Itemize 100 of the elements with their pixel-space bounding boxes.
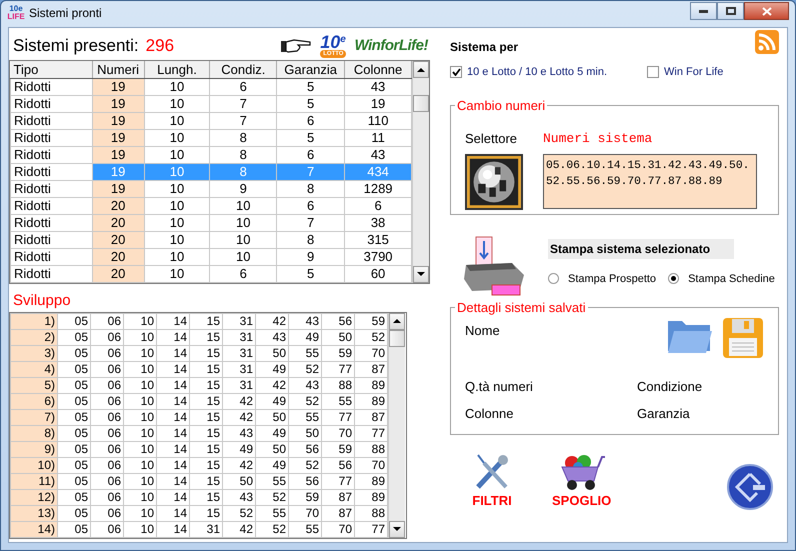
table-cell[interactable]: 43 (344, 146, 412, 163)
table-cell[interactable]: 10 (144, 231, 210, 248)
table-cell[interactable]: 5 (276, 95, 345, 112)
table-cell[interactable]: 10 (210, 248, 277, 265)
table-cell[interactable]: 7 (210, 112, 277, 129)
table-cell[interactable]: 1289 (344, 180, 412, 197)
numbers-field[interactable]: 05.06.10.14.15.31.42.43.49.50.52.55.56.59.70.77.87.88.89 (543, 154, 757, 209)
table-cell[interactable]: Ridotti (10, 129, 92, 146)
table-cell[interactable]: 19 (92, 112, 144, 129)
table-cell[interactable]: 60 (344, 265, 412, 282)
action-button[interactable]: FILTRI (472, 452, 512, 510)
table-cell[interactable]: 10 (210, 197, 277, 214)
radio-button[interactable] (548, 273, 559, 284)
table-cell[interactable]: Ridotti (10, 112, 92, 129)
table-cell[interactable]: 19 (92, 129, 144, 146)
table-cell[interactable]: 20 (92, 197, 144, 214)
table-cell[interactable]: 6 (276, 112, 345, 129)
table-cell[interactable]: 5 (276, 265, 345, 282)
table-cell: 05 (58, 441, 90, 457)
table-cell[interactable]: 5 (276, 129, 345, 146)
table-cell: 10 (124, 489, 156, 505)
scrollbar[interactable] (412, 61, 429, 282)
table-cell[interactable]: 10 (144, 265, 210, 282)
table-cell[interactable]: 315 (344, 231, 412, 248)
column-header[interactable]: Tipo (10, 61, 92, 78)
radio-button[interactable] (668, 273, 680, 284)
table-cell[interactable]: 6 (344, 197, 412, 214)
table-cell[interactable]: 110 (344, 112, 412, 129)
table-cell[interactable]: 19 (92, 180, 144, 197)
table-cell[interactable]: 10 (144, 78, 210, 95)
table-cell[interactable]: 10 (144, 214, 210, 231)
table-cell[interactable]: 19 (92, 78, 144, 95)
table-cell[interactable]: 10 (144, 146, 210, 163)
table-cell[interactable]: 6 (276, 146, 345, 163)
table-cell[interactable]: 20 (92, 265, 144, 282)
table-cell[interactable]: 43 (344, 78, 412, 95)
scroll-down-button[interactable] (389, 520, 405, 538)
table-cell[interactable]: 20 (92, 231, 144, 248)
table-cell[interactable]: 8 (210, 129, 277, 146)
table-cell[interactable]: 10 (210, 231, 277, 248)
column-header[interactable]: Garanzia (276, 61, 345, 78)
table-cell[interactable]: 19 (344, 95, 412, 112)
table-cell[interactable]: Ridotti (10, 231, 92, 248)
radio-label[interactable]: Stampa Schedine (688, 270, 775, 287)
scroll-down-button[interactable] (413, 266, 429, 282)
table-cell[interactable]: Ridotti (10, 214, 92, 231)
table-cell[interactable]: 8 (210, 146, 277, 163)
table-cell: 14 (156, 345, 190, 361)
table-cell[interactable]: 10 (144, 197, 210, 214)
table-cell[interactable]: 8 (276, 180, 345, 197)
table-cell[interactable]: Ridotti (10, 180, 92, 197)
scroll-thumb[interactable] (389, 330, 405, 346)
checkbox[interactable] (647, 66, 660, 78)
column-header[interactable]: Colonne (344, 61, 412, 78)
table-cell[interactable]: Ridotti (10, 197, 92, 214)
table-cell[interactable]: 3790 (344, 248, 412, 265)
table-cell[interactable]: 7 (276, 214, 345, 231)
radio-label[interactable]: Stampa Prospetto (568, 270, 656, 287)
column-header[interactable]: Lungh. (144, 61, 210, 78)
table-cell[interactable]: 38 (344, 214, 412, 231)
table-cell[interactable]: 10 (144, 112, 210, 129)
table-cell[interactable]: 19 (92, 95, 144, 112)
table-cell[interactable]: 6 (276, 197, 345, 214)
table-cell[interactable]: 10 (144, 248, 210, 265)
table-cell[interactable]: 19 (92, 146, 144, 163)
table-cell[interactable]: 5 (276, 78, 345, 95)
table-cell[interactable]: 20 (92, 248, 144, 265)
table-cell[interactable]: 10 (144, 95, 210, 112)
minimize-button[interactable] (690, 2, 717, 20)
action-button[interactable]: SPOGLIO (552, 452, 612, 510)
table-cell[interactable]: Ridotti (10, 163, 92, 180)
table-cell[interactable]: Ridotti (10, 146, 92, 163)
table-cell[interactable]: 6 (210, 265, 277, 282)
maximize-button[interactable] (717, 2, 744, 20)
column-header[interactable]: Numeri (92, 61, 144, 78)
checkbox-label[interactable]: Win For Life (664, 64, 724, 80)
checkbox[interactable] (450, 66, 462, 78)
table-cell[interactable]: 10 (210, 214, 277, 231)
table-cell[interactable]: Ridotti (10, 248, 92, 265)
table-cell[interactable]: 9 (276, 248, 345, 265)
table-cell[interactable]: 11 (344, 129, 412, 146)
table-cell[interactable]: 6 (210, 78, 277, 95)
table-cell[interactable]: Ridotti (10, 78, 92, 95)
close-button[interactable] (744, 2, 789, 20)
table-cell[interactable]: 9 (210, 180, 277, 197)
table-cell[interactable]: 10 (144, 180, 210, 197)
checkbox-label[interactable]: 10 e Lotto / 10 e Lotto 5 min. (467, 64, 608, 80)
table-cell[interactable]: 7 (210, 95, 277, 112)
table-cell[interactable]: 10 (144, 129, 210, 146)
table-cell[interactable]: Ridotti (10, 265, 92, 282)
table-cell: 52 (288, 393, 322, 409)
scroll-up-button[interactable] (389, 312, 405, 330)
table-cell[interactable]: 8 (276, 231, 345, 248)
table-cell[interactable]: Ridotti (10, 95, 92, 112)
column-header[interactable]: Condiz. (210, 61, 277, 78)
scrollbar[interactable] (388, 312, 405, 538)
scroll-up-button[interactable] (413, 61, 429, 78)
navigation-button[interactable] (727, 464, 773, 510)
scroll-thumb[interactable] (413, 95, 429, 112)
table-cell[interactable]: 20 (92, 214, 144, 231)
